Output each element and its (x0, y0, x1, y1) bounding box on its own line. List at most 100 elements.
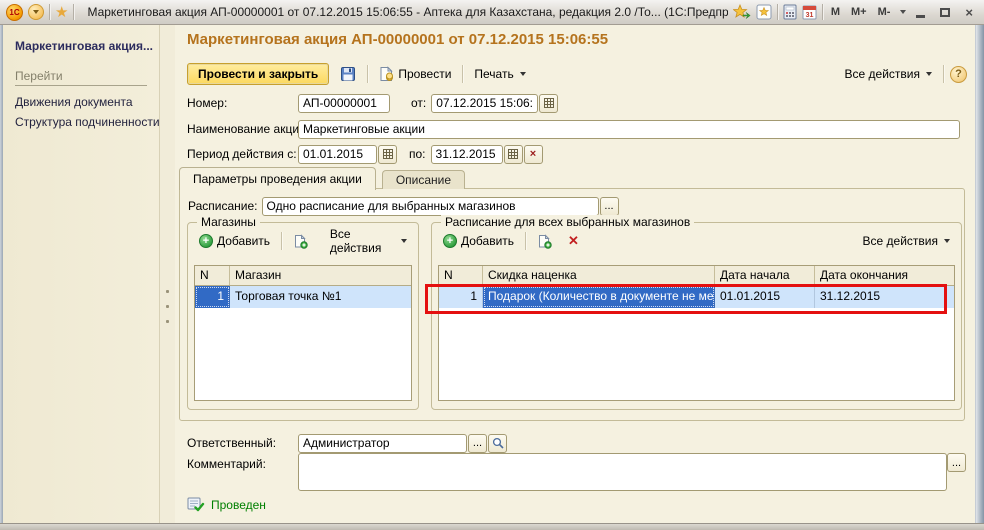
period-from-picker-button[interactable] (378, 145, 397, 164)
favorites-list-icon[interactable] (756, 2, 772, 22)
sidebar-splitter[interactable] (160, 25, 175, 523)
shops-all-actions-button[interactable]: Все действия (325, 224, 412, 258)
copy-document-icon (293, 234, 308, 249)
comment-field[interactable] (298, 453, 947, 491)
column-header-n[interactable]: N (195, 266, 230, 285)
chevron-down-icon (33, 10, 39, 14)
tab-page-parameters: Расписание: ... Магазины + Добавить (179, 188, 965, 421)
magnifier-icon (492, 437, 504, 449)
sidebar-item-subordination-structure[interactable]: Структура подчиненности (15, 112, 159, 132)
schedule-delete-button[interactable]: ✕ (563, 230, 584, 252)
period-to-picker-button[interactable] (504, 145, 523, 164)
save-button[interactable] (335, 63, 361, 85)
date-picker-button[interactable] (539, 94, 558, 113)
column-header-n[interactable]: N (439, 266, 483, 285)
column-header-end-date[interactable]: Дата окончания (815, 266, 954, 285)
system-menu-button[interactable] (28, 4, 44, 20)
schedule-add-label: Добавить (461, 234, 514, 248)
add-favorite-icon[interactable] (733, 2, 751, 22)
svg-text:31: 31 (805, 12, 813, 19)
toolbar-separator (281, 232, 282, 250)
period-to-label: по: (409, 147, 426, 161)
splitter-grip-icon (166, 305, 169, 308)
document-form: Маркетинговая акция АП-00000001 от 07.12… (175, 25, 975, 523)
campaign-name-field[interactable] (298, 120, 960, 139)
chevron-down-icon (520, 72, 526, 76)
memory-m-plus-button[interactable]: M+ (848, 6, 870, 18)
schedule-row-discount-cell[interactable]: Подарок (Количество в документе не менее… (483, 286, 715, 308)
memory-m-minus-button[interactable]: M- (875, 6, 894, 18)
post-button[interactable]: Провести (374, 63, 456, 85)
calculator-icon[interactable] (783, 2, 797, 22)
comment-expand-button[interactable]: ... (947, 453, 966, 472)
floppy-disk-icon (340, 66, 356, 82)
posted-status-label: Проведен (211, 498, 266, 512)
tab-campaign-parameters[interactable]: Параметры проведения акции (179, 167, 376, 190)
shops-group-legend: Магазины (197, 215, 260, 229)
window-bottom-border (0, 523, 984, 530)
all-actions-button[interactable]: Все действия (840, 64, 937, 84)
sidebar-item-document-movements[interactable]: Движения документа (15, 92, 159, 112)
schedule-row-end-date-cell[interactable]: 31.12.2015 (815, 286, 954, 308)
column-header-discount[interactable]: Скидка наценка (483, 266, 715, 285)
table-row[interactable]: 1 Подарок (Количество в документе не мен… (439, 286, 954, 308)
schedule-add-button[interactable]: + Добавить (438, 231, 519, 251)
responsible-select-button[interactable]: ... (468, 434, 487, 453)
period-to-clear-button[interactable]: × (524, 145, 543, 164)
calendar-icon[interactable]: 31 (802, 2, 817, 22)
titlebar-overflow-icon[interactable] (900, 10, 906, 14)
shops-add-copy-button[interactable] (288, 231, 313, 252)
calendar-grid-icon (508, 149, 518, 159)
responsible-open-button[interactable] (488, 434, 507, 453)
shops-row-number-cell[interactable]: 1 (195, 286, 230, 308)
add-plus-icon: + (443, 234, 457, 248)
schedule-add-copy-button[interactable] (532, 231, 557, 252)
minimize-button[interactable] (911, 5, 930, 20)
schedule-row-start-date-cell[interactable]: 01.01.2015 (715, 286, 815, 308)
number-label: Номер: (187, 96, 298, 110)
chevron-down-icon (926, 72, 932, 76)
shops-row-shop-cell[interactable]: Торговая точка №1 (230, 286, 411, 308)
schedule-row-number-cell[interactable]: 1 (439, 286, 483, 308)
toolbar-separator (943, 65, 944, 83)
print-menu-button[interactable]: Печать (469, 64, 530, 84)
shops-add-button[interactable]: + Добавить (194, 231, 275, 251)
post-button-label: Провести (398, 67, 451, 81)
chevron-down-icon (944, 239, 950, 243)
titlebar-separator (73, 4, 74, 20)
close-button[interactable]: × (960, 5, 978, 20)
shops-group: Магазины + Добавить Все де (187, 222, 419, 410)
period-to-field[interactable] (431, 145, 503, 164)
responsible-field[interactable] (298, 434, 467, 453)
titlebar-separator (777, 4, 778, 20)
schedule-table: N Скидка наценка Дата начала Дата оконча… (438, 265, 955, 401)
tab-description[interactable]: Описание (382, 170, 465, 189)
sidebar-nav-header: Перейти (15, 69, 147, 86)
splitter-grip-icon (166, 320, 169, 323)
schedule-group: Расписание для всех выбранных магазинов … (431, 222, 962, 410)
schedule-field[interactable] (262, 197, 599, 216)
number-field[interactable] (298, 94, 390, 113)
comment-label: Комментарий: (187, 457, 266, 471)
memory-m-button[interactable]: M (828, 6, 843, 18)
copy-document-icon (537, 234, 552, 249)
posted-document-icon (187, 496, 205, 513)
table-row[interactable]: 1 Торговая точка №1 (195, 286, 411, 308)
help-button[interactable]: ? (950, 66, 967, 83)
schedule-label: Расписание: (188, 199, 258, 213)
column-header-start-date[interactable]: Дата начала (715, 266, 815, 285)
schedule-select-button[interactable]: ... (600, 197, 619, 216)
app-logo-icon: 1С (6, 4, 23, 21)
schedule-all-actions-button[interactable]: Все действия (858, 231, 955, 251)
column-header-shop[interactable]: Магазин (230, 266, 411, 285)
vertical-scrollbar[interactable] (975, 25, 984, 523)
schedule-group-legend: Расписание для всех выбранных магазинов (441, 215, 694, 229)
date-field[interactable] (431, 94, 538, 113)
responsible-label: Ответственный: (187, 436, 298, 450)
period-from-field[interactable] (298, 145, 377, 164)
post-and-close-button[interactable]: Провести и закрыть (187, 63, 329, 85)
shops-table-header: N Магазин (195, 266, 411, 286)
maximize-button[interactable] (935, 5, 955, 20)
schedule-table-header: N Скидка наценка Дата начала Дата оконча… (439, 266, 954, 286)
favorites-star-icon[interactable]: ★ (55, 5, 68, 20)
